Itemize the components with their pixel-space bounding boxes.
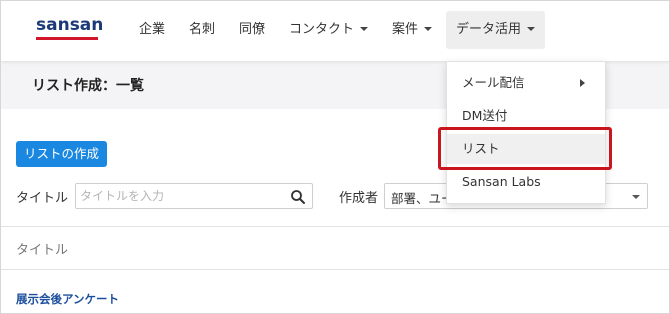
menu-item-sansan-labs[interactable]: Sansan Labs bbox=[447, 167, 605, 197]
nav-item-data-utilization[interactable]: データ活用 bbox=[446, 11, 546, 49]
data-utilization-menu: メール配信 DM送付 リスト Sansan Labs bbox=[446, 61, 606, 204]
nav-label: コンタクト bbox=[289, 22, 355, 37]
nav-item-deals[interactable]: 案件 bbox=[392, 11, 433, 49]
logo-text: sansan bbox=[36, 15, 104, 35]
menu-item-label: DM送付 bbox=[462, 108, 508, 123]
title-search-input[interactable] bbox=[80, 187, 285, 205]
nav-item-contacts[interactable]: コンタクト bbox=[289, 11, 369, 49]
app-window: sansan 企業 名刺 同僚 コンタクト 案件 データ活用 リスト作成：一覧 … bbox=[0, 0, 670, 314]
list-row-link[interactable]: 展示会後アンケート bbox=[16, 291, 119, 307]
nav-item-business-cards[interactable]: 名刺 bbox=[189, 11, 215, 49]
nav-label: データ活用 bbox=[456, 22, 522, 37]
chevron-right-icon bbox=[580, 79, 585, 87]
top-header: sansan 企業 名刺 同僚 コンタクト 案件 データ活用 bbox=[1, 1, 669, 62]
author-select-value: 部署、ユー bbox=[391, 191, 454, 206]
chevron-down-icon bbox=[632, 195, 640, 199]
menu-item-label: リスト bbox=[462, 141, 500, 156]
logo-underline bbox=[36, 37, 98, 40]
menu-item-label: Sansan Labs bbox=[462, 174, 541, 189]
chevron-down-icon bbox=[527, 26, 536, 31]
nav-item-companies[interactable]: 企業 bbox=[139, 11, 165, 49]
create-list-button[interactable]: リストの作成 bbox=[16, 141, 108, 167]
divider bbox=[1, 269, 669, 270]
page-title: リスト作成：一覧 bbox=[32, 78, 144, 94]
chevron-down-icon bbox=[424, 26, 433, 31]
nav-label: 案件 bbox=[392, 22, 419, 37]
menu-item-dm-sending[interactable]: DM送付 bbox=[447, 101, 605, 131]
nav-item-colleagues[interactable]: 同僚 bbox=[239, 11, 265, 49]
divider bbox=[1, 226, 669, 227]
title-filter-label: タイトル bbox=[16, 191, 69, 206]
sansan-logo[interactable]: sansan bbox=[36, 16, 103, 40]
author-filter-label: 作成者 bbox=[339, 191, 379, 206]
search-icon[interactable] bbox=[290, 189, 306, 205]
menu-item-list[interactable]: リスト bbox=[447, 134, 605, 164]
menu-item-label: メール配信 bbox=[462, 75, 525, 90]
nav-label: 企業 bbox=[139, 22, 166, 37]
nav-label: 同僚 bbox=[239, 22, 266, 37]
title-search-field[interactable] bbox=[75, 183, 313, 209]
nav-label: 名刺 bbox=[189, 22, 216, 37]
menu-item-email-delivery[interactable]: メール配信 bbox=[447, 68, 605, 98]
column-header-title: タイトル bbox=[16, 243, 69, 258]
chevron-down-icon bbox=[360, 26, 369, 31]
